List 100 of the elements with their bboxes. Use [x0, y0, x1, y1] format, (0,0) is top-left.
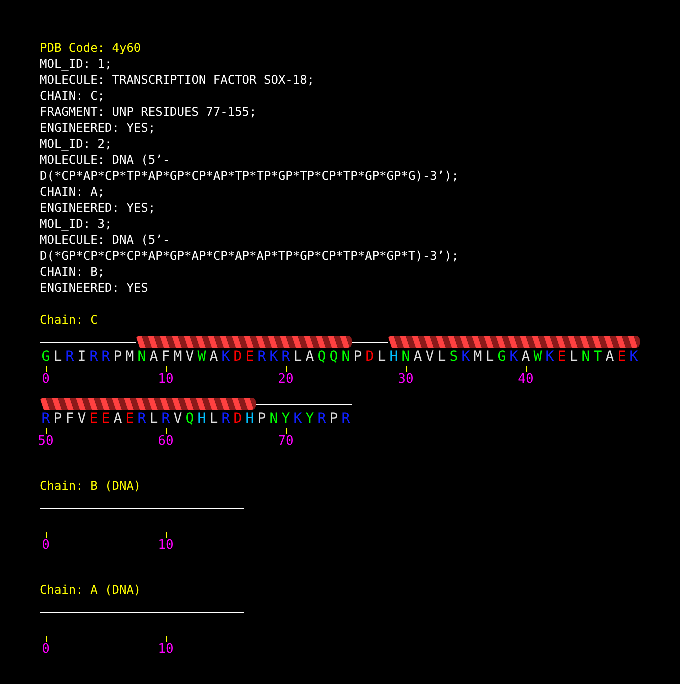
residue-letter: Q: [318, 348, 326, 366]
residue-letter: N: [402, 348, 410, 366]
residue-letter: F: [66, 410, 74, 428]
residue-letter: G: [498, 348, 506, 366]
residue-letter: L: [438, 348, 446, 366]
residue-letter: T: [594, 348, 602, 366]
residue-letter: H: [390, 348, 398, 366]
header-line: D(*GP*CP*CP*CP*AP*GP*AP*CP*AP*AP*TP*GP*CP*TP*AP*GP*T)-3’);: [40, 248, 460, 264]
residue-letter: I: [78, 348, 86, 366]
residue-letter: R: [162, 410, 170, 428]
residue-letter: K: [510, 348, 518, 366]
header-line: MOLECULE: DNA (5’-: [40, 152, 172, 168]
pdb-code-title: PDB Code: 4y60: [40, 40, 142, 56]
residue-letter: L: [294, 348, 302, 366]
header-line: MOLECULE: DNA (5’-: [40, 232, 172, 248]
residue-letter: E: [102, 410, 110, 428]
residue-letter: A: [114, 410, 122, 428]
header-line: CHAIN: B;: [40, 264, 106, 280]
residue-letter: D: [366, 348, 374, 366]
position-number: 70: [278, 434, 294, 450]
position-number: 0: [42, 372, 50, 388]
residue-letter: R: [102, 348, 110, 366]
residue-letter: E: [90, 410, 98, 428]
residue-letter: M: [126, 348, 134, 366]
residue-letter: F: [162, 348, 170, 366]
header-line: MOL_ID: 2;: [40, 136, 114, 152]
residue-letter: W: [198, 348, 206, 366]
position-number: 0: [42, 642, 50, 658]
residue-letter: G: [42, 348, 50, 366]
residue-letter: A: [606, 348, 614, 366]
position-number: 10: [158, 372, 174, 388]
position-number: 40: [518, 372, 534, 388]
residue-letter: A: [150, 348, 158, 366]
residue-letter: R: [222, 410, 230, 428]
residue-letter: D: [234, 410, 242, 428]
header-line: CHAIN: C;: [40, 88, 106, 104]
header-line: ENGINEERED: YES;: [40, 200, 157, 216]
residue-letter: P: [258, 410, 266, 428]
residue-letter: L: [210, 410, 218, 428]
header-line: ENGINEERED: YES: [40, 280, 150, 296]
residue-letter: D: [234, 348, 242, 366]
residue-letter: L: [486, 348, 494, 366]
header-line: MOL_ID: 1;: [40, 56, 114, 72]
position-number: 0: [42, 538, 50, 554]
header-line: CHAIN: A;: [40, 184, 106, 200]
residue-letter: W: [534, 348, 542, 366]
residue-letter: K: [462, 348, 470, 366]
residue-letter: P: [330, 410, 338, 428]
residue-letter: N: [270, 410, 278, 428]
position-number: 10: [158, 538, 174, 554]
residue-letter: H: [246, 410, 254, 428]
residue-letter: K: [270, 348, 278, 366]
position-number: 20: [278, 372, 294, 388]
chain-label: Chain: C: [40, 312, 99, 328]
residue-letter: E: [246, 348, 254, 366]
header-line: D(*CP*AP*CP*TP*AP*GP*CP*AP*TP*TP*GP*TP*CP*TP*GP*GP*G)-3’);: [40, 168, 460, 184]
residue-letter: V: [78, 410, 86, 428]
residue-letter: K: [222, 348, 230, 366]
residue-letter: Q: [186, 410, 194, 428]
residue-letter: E: [558, 348, 566, 366]
residue-letter: R: [318, 410, 326, 428]
residue-letter: Y: [282, 410, 290, 428]
residue-letter: R: [342, 410, 350, 428]
residue-letter: K: [546, 348, 554, 366]
residue-letter: N: [342, 348, 350, 366]
residue-letter: M: [474, 348, 482, 366]
chain-label: Chain: B (DNA): [40, 478, 142, 494]
residue-letter: R: [66, 348, 74, 366]
residue-letter: P: [354, 348, 362, 366]
header-line: MOLECULE: TRANSCRIPTION FACTOR SOX-18;: [40, 72, 316, 88]
residue-letter: M: [174, 348, 182, 366]
residue-letter: L: [54, 348, 62, 366]
residue-letter: V: [426, 348, 434, 366]
residue-letter: A: [306, 348, 314, 366]
residue-letter: E: [618, 348, 626, 366]
header-line: ENGINEERED: YES;: [40, 120, 157, 136]
header-line: FRAGMENT: UNP RESIDUES 77-155;: [40, 104, 258, 120]
residue-letter: Q: [330, 348, 338, 366]
residue-letter: S: [450, 348, 458, 366]
residue-letter: N: [138, 348, 146, 366]
residue-letter: E: [126, 410, 134, 428]
residue-letter: R: [258, 348, 266, 366]
position-number: 30: [398, 372, 414, 388]
residue-letter: A: [522, 348, 530, 366]
residue-letter: A: [210, 348, 218, 366]
residue-letter: V: [186, 348, 194, 366]
residue-letter: Y: [306, 410, 314, 428]
residue-letter: P: [54, 410, 62, 428]
residue-letter: V: [174, 410, 182, 428]
residue-letter: R: [90, 348, 98, 366]
position-number: 60: [158, 434, 174, 450]
residue-letter: R: [138, 410, 146, 428]
residue-letter: K: [294, 410, 302, 428]
position-number: 10: [158, 642, 174, 658]
residue-letter: L: [570, 348, 578, 366]
residue-letter: L: [378, 348, 386, 366]
residue-letter: N: [582, 348, 590, 366]
residue-letter: R: [42, 410, 50, 428]
residue-letter: R: [282, 348, 290, 366]
position-number: 50: [38, 434, 54, 450]
